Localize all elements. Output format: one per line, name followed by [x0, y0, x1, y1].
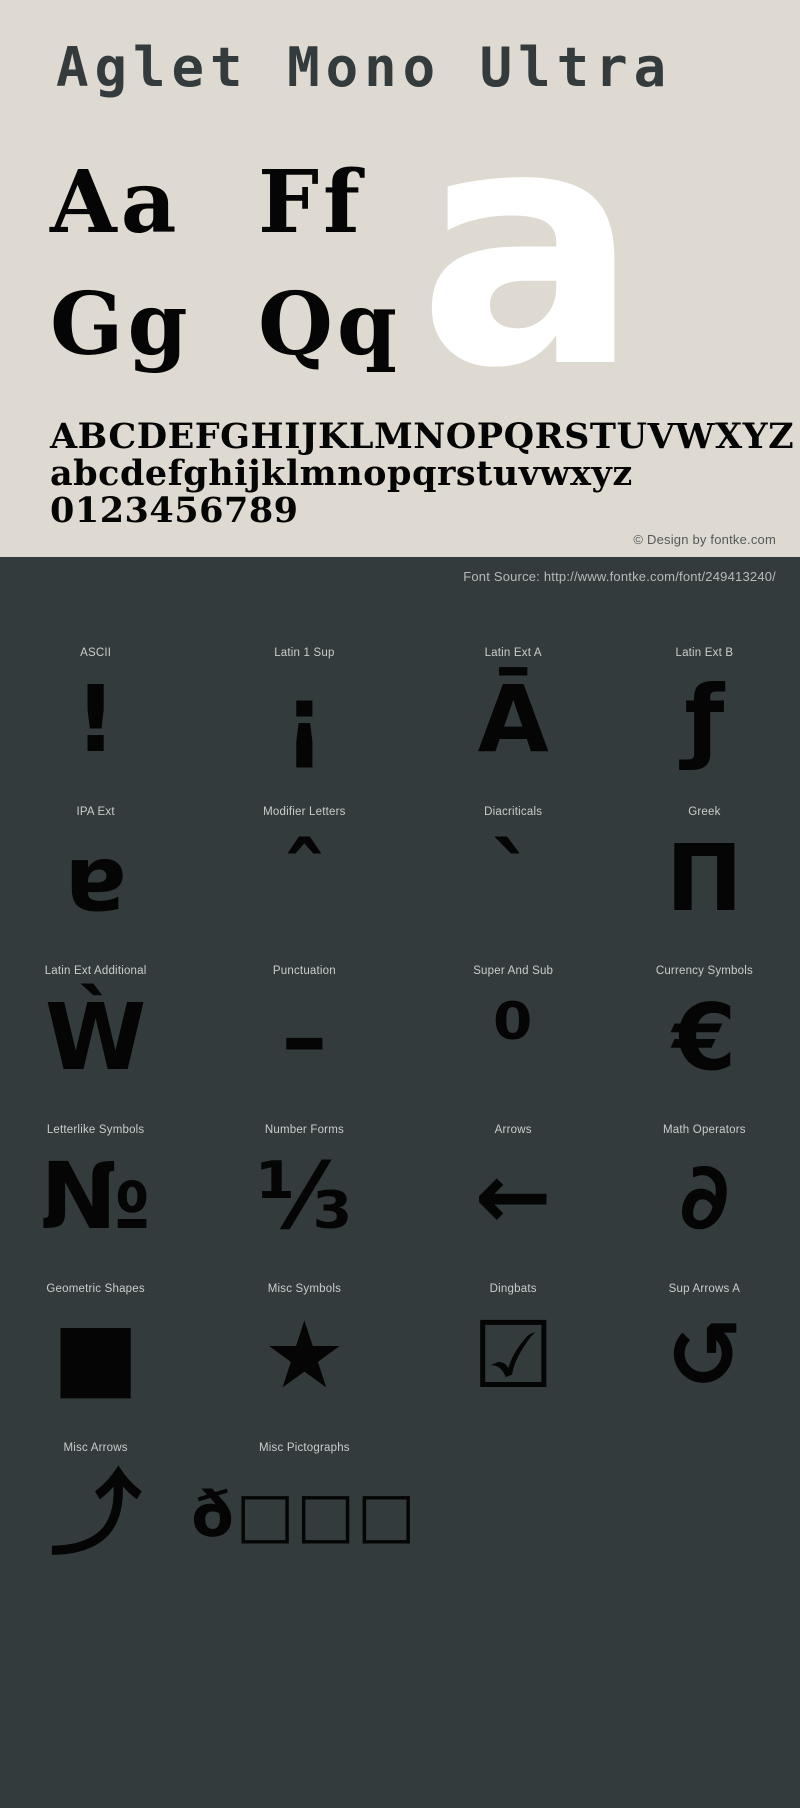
unicode-range-label: Latin Ext A — [484, 647, 542, 659]
unicode-range-label: Geometric Shapes — [46, 1283, 145, 1295]
alphabet-uppercase: ABCDEFGHIJKLMNOPQRSTUVWXYZ — [50, 416, 795, 457]
unicode-range-glyph: ★ — [263, 1302, 346, 1409]
unicode-range-label: Greek — [688, 806, 721, 818]
unicode-range-glyph: ƒ — [684, 666, 725, 773]
unicode-range-cell[interactable]: Latin Ext Additional Ẁ — [0, 957, 191, 1116]
unicode-range-cell[interactable]: Math Operators ∂ — [609, 1116, 800, 1275]
font-title: Aglet Mono Ultra — [56, 36, 673, 99]
unicode-range-glyph: ⤴ — [49, 1461, 142, 1568]
unicode-range-glyph: ¡ — [283, 666, 326, 773]
unicode-range-glyph: Π — [665, 825, 743, 932]
unicode-range-label: Latin Ext Additional — [44, 965, 147, 977]
hero-glyph: a — [417, 98, 641, 398]
unicode-range-label: IPA Ext — [76, 806, 115, 818]
unicode-ranges-panel: ASCII! Latin 1 Sup ¡ Latin Ext A Ā Latin Ext … — [0, 639, 800, 1808]
unicode-range-cell[interactable]: Latin Ext B ƒ — [609, 639, 800, 798]
unicode-range-cell[interactable]: Dingbats ☑ — [418, 1275, 609, 1434]
unicode-range-label: Latin Ext B — [675, 647, 734, 659]
alphabet-lowercase: abcdefghijklmnopqrstuvwxyz — [50, 453, 633, 494]
unicode-range-label: Letterlike Symbols — [46, 1124, 145, 1136]
unicode-range-label: Misc Pictographs — [259, 1442, 350, 1454]
unicode-range-cell[interactable]: Super And Sub ⁰ — [418, 957, 609, 1116]
unicode-range-label: Number Forms — [264, 1124, 344, 1136]
letter-pair-qq: Qq — [258, 274, 402, 375]
unicode-range-cell[interactable]: Geometric Shapes ■ — [0, 1275, 191, 1434]
font-source-link[interactable]: Font Source: http://www.fontke.com/font/… — [463, 569, 776, 584]
unicode-range-label: Currency Symbols — [655, 965, 753, 977]
copyright-notice: © Design by fontke.com — [633, 532, 776, 547]
unicode-range-glyph: Ā — [477, 666, 549, 773]
unicode-range-grid: ASCII! Latin 1 Sup ¡ Latin Ext A Ā Latin Ext … — [0, 639, 800, 1593]
unicode-range-glyph: ☑ — [471, 1302, 555, 1409]
unicode-range-cell[interactable]: Diacriticals ˋ — [418, 798, 609, 957]
unicode-range-cell[interactable]: Number Forms ⅓ — [191, 1116, 417, 1275]
source-bar: Font Source: http://www.fontke.com/font/… — [0, 557, 800, 639]
unicode-range-label: Arrows — [494, 1124, 532, 1136]
unicode-range-cell[interactable]: Sup Arrows A ↺ — [609, 1275, 800, 1434]
unicode-range-glyph: № — [40, 1143, 151, 1250]
unicode-range-label: Diacriticals — [484, 806, 543, 818]
letter-pair-aa: Aa — [50, 152, 181, 253]
unicode-range-label: Misc Symbols — [267, 1283, 342, 1295]
unicode-range-cell[interactable]: Modifier Letters ˆ — [191, 798, 417, 957]
unicode-range-glyph: ■ — [52, 1302, 140, 1409]
unicode-range-glyph: ⁰ — [493, 984, 534, 1091]
unicode-range-cell[interactable]: ASCII! — [0, 639, 191, 798]
unicode-range-glyph: ˆ — [281, 825, 328, 932]
unicode-range-label: Super And Sub — [473, 965, 554, 977]
unicode-range-cell[interactable]: Currency Symbols € — [609, 957, 800, 1116]
unicode-range-glyph: – — [281, 984, 328, 1091]
unicode-range-glyph: ⅓ — [256, 1143, 352, 1250]
unicode-range-label: ASCII — [80, 647, 112, 659]
unicode-range-cell[interactable]: Latin Ext A Ā — [418, 639, 609, 798]
unicode-range-glyph: € — [672, 984, 737, 1091]
alphabet-block: ABCDEFGHIJKLMNOPQRSTUVWXYZ abcdefghijklm… — [50, 416, 795, 531]
unicode-range-glyph: Ẁ — [44, 984, 147, 1091]
letter-pair-gg: Gg — [50, 274, 192, 375]
unicode-range-glyph: ɐ — [64, 825, 127, 932]
unicode-range-cell[interactable]: Letterlike Symbols № — [0, 1116, 191, 1275]
unicode-range-glyph: ˋ — [490, 825, 537, 932]
unicode-range-cell[interactable]: IPA Ext ɐ — [0, 798, 191, 957]
unicode-range-label: Dingbats — [489, 1283, 537, 1295]
unicode-range-label: Misc Arrows — [63, 1442, 128, 1454]
unicode-range-cell[interactable]: Punctuation – — [191, 957, 417, 1116]
unicode-range-cell[interactable]: Arrows ← — [418, 1116, 609, 1275]
letter-pair-ff: Ff — [258, 152, 365, 253]
unicode-range-glyph: ∂ — [679, 1143, 730, 1250]
unicode-range-glyph: ↺ — [665, 1302, 743, 1409]
unicode-range-label: Punctuation — [272, 965, 336, 977]
unicode-range-label: Math Operators — [663, 1124, 746, 1136]
unicode-range-cell[interactable]: Latin 1 Sup ¡ — [191, 639, 417, 798]
unicode-range-cell[interactable]: Misc Arrows ⤴ — [0, 1434, 191, 1593]
unicode-range-glyph: ← — [474, 1143, 552, 1250]
unicode-range-cell[interactable]: Misc Symbols ★ — [191, 1275, 417, 1434]
unicode-range-glyph: ! — [74, 666, 117, 773]
unicode-range-label: Sup Arrows A — [668, 1283, 741, 1295]
unicode-range-cell[interactable]: Greek Π — [609, 798, 800, 957]
unicode-range-cell[interactable]: Misc Pictographs ð□□□ — [191, 1434, 417, 1593]
specimen-panel: Aglet Mono Ultra Aa Ff Gg Qq a ABCDEFGHI… — [0, 0, 800, 639]
alphabet-digits: 0123456789 — [50, 490, 299, 531]
unicode-range-label: Latin 1 Sup — [274, 647, 335, 659]
unicode-range-label: Modifier Letters — [263, 806, 346, 818]
unicode-range-glyph: ð□□□ — [191, 1478, 418, 1551]
